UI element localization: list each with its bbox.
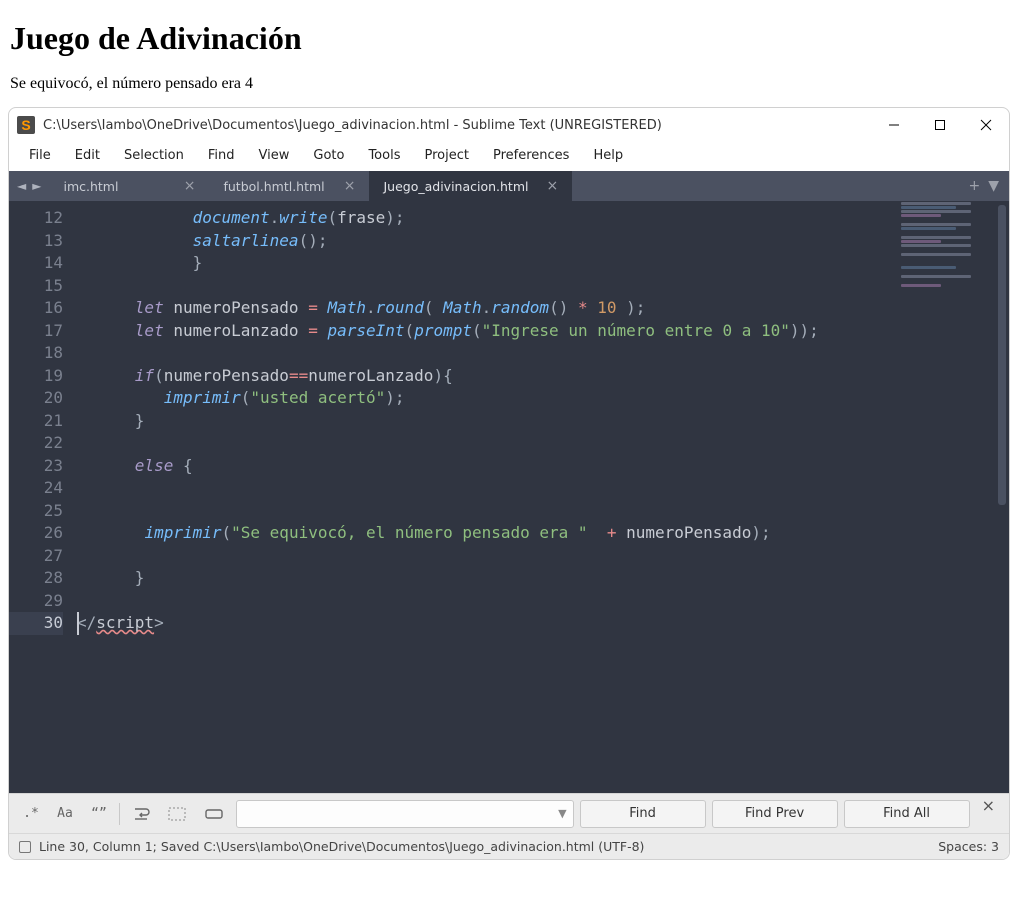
menu-file[interactable]: File xyxy=(19,146,61,165)
tab-close-icon[interactable]: × xyxy=(166,178,196,194)
code-line[interactable]: </script> xyxy=(77,612,895,635)
tab-label: futbol.hmtl.html xyxy=(223,179,324,194)
code-line[interactable]: saltarlinea(); xyxy=(77,230,895,253)
code-line[interactable]: imprimir("usted acertó"); xyxy=(77,387,895,410)
code-line[interactable] xyxy=(77,432,895,455)
line-number[interactable]: 19 xyxy=(9,365,63,388)
line-number[interactable]: 29 xyxy=(9,590,63,613)
code-line[interactable] xyxy=(77,545,895,568)
code-line[interactable]: else { xyxy=(77,455,895,478)
tab-label: Juego_adivinacion.html xyxy=(383,179,528,194)
sublime-window: S C:\Users\Iambo\OneDrive\Documentos\Jue… xyxy=(8,107,1010,860)
tab-next-icon[interactable]: ► xyxy=(32,179,41,193)
line-gutter[interactable]: 12131415161718192021222324252627282930 xyxy=(9,201,73,793)
line-number[interactable]: 23 xyxy=(9,455,63,478)
menu-goto[interactable]: Goto xyxy=(303,146,354,165)
tab-nav-arrows[interactable]: ◄ ► xyxy=(9,171,49,201)
minimize-button[interactable] xyxy=(871,108,917,142)
code-line[interactable]: } xyxy=(77,252,895,275)
line-number[interactable]: 30 xyxy=(9,612,63,635)
maximize-button[interactable] xyxy=(917,108,963,142)
line-number[interactable]: 22 xyxy=(9,432,63,455)
find-prev-button[interactable]: Find Prev xyxy=(712,800,838,828)
titlebar[interactable]: S C:\Users\Iambo\OneDrive\Documentos\Jue… xyxy=(9,108,1009,142)
tab-dropdown-icon[interactable]: ▼ xyxy=(988,178,999,194)
line-number[interactable]: 25 xyxy=(9,500,63,523)
menu-find[interactable]: Find xyxy=(198,146,245,165)
menu-project[interactable]: Project xyxy=(414,146,478,165)
divider xyxy=(119,803,120,825)
code-line[interactable] xyxy=(77,342,895,365)
code-line[interactable] xyxy=(77,477,895,500)
vertical-scrollbar[interactable] xyxy=(995,201,1009,793)
tab-label: imc.html xyxy=(63,179,118,194)
code-line[interactable]: let numeroLanzado = parseInt(prompt("Ing… xyxy=(77,320,895,343)
panel-toggle-icon[interactable] xyxy=(19,841,31,853)
editor: 12131415161718192021222324252627282930 d… xyxy=(9,201,1009,793)
line-number[interactable]: 13 xyxy=(9,230,63,253)
tab-close-icon[interactable]: × xyxy=(326,178,356,194)
case-toggle[interactable]: Aa xyxy=(51,800,79,828)
find-button[interactable]: Find xyxy=(580,800,706,828)
tab-imc-html[interactable]: imc.html × xyxy=(49,171,209,201)
code-line[interactable]: } xyxy=(77,410,895,433)
find-panel: .* Aa “” ▼ Find Find Prev Find All × xyxy=(9,793,1009,833)
close-button[interactable] xyxy=(963,108,1009,142)
code-line[interactable]: } xyxy=(77,567,895,590)
line-number[interactable]: 26 xyxy=(9,522,63,545)
find-input[interactable]: ▼ xyxy=(236,800,574,828)
wrap-toggle[interactable] xyxy=(126,800,156,828)
line-number[interactable]: 20 xyxy=(9,387,63,410)
whole-word-toggle[interactable]: “” xyxy=(85,800,113,828)
menu-selection[interactable]: Selection xyxy=(114,146,194,165)
browser-output: Juego de Adivinación Se equivocó, el núm… xyxy=(0,0,1018,93)
tab-juego_adivinacion-html[interactable]: Juego_adivinacion.html× xyxy=(369,171,572,201)
regex-toggle[interactable]: .* xyxy=(17,800,45,828)
in-selection-toggle[interactable] xyxy=(162,800,192,828)
menubar: FileEditSelectionFindViewGotoToolsProjec… xyxy=(9,142,1009,171)
close-find-icon[interactable]: × xyxy=(976,796,1001,815)
window-title: C:\Users\Iambo\OneDrive\Documentos\Juego… xyxy=(43,118,871,133)
line-number[interactable]: 12 xyxy=(9,207,63,230)
code-line[interactable] xyxy=(77,590,895,613)
line-number[interactable]: 28 xyxy=(9,567,63,590)
tab-prev-icon[interactable]: ◄ xyxy=(17,179,26,193)
new-tab-icon[interactable]: + xyxy=(968,178,980,194)
highlight-toggle[interactable] xyxy=(198,800,230,828)
menu-preferences[interactable]: Preferences xyxy=(483,146,579,165)
code-line[interactable]: let numeroPensado = Math.round( Math.ran… xyxy=(77,297,895,320)
minimap[interactable] xyxy=(895,201,995,793)
line-number[interactable]: 21 xyxy=(9,410,63,433)
menu-edit[interactable]: Edit xyxy=(65,146,110,165)
code-line[interactable] xyxy=(77,500,895,523)
status-left: Line 30, Column 1; Saved C:\Users\Iambo\… xyxy=(39,839,644,854)
code-area[interactable]: document.write(frase); saltarlinea(); } … xyxy=(73,201,895,793)
line-number[interactable]: 14 xyxy=(9,252,63,275)
app-icon: S xyxy=(17,116,35,134)
menu-view[interactable]: View xyxy=(249,146,300,165)
find-history-icon[interactable]: ▼ xyxy=(558,807,566,820)
status-indent[interactable]: Spaces: 3 xyxy=(938,839,999,854)
line-number[interactable]: 17 xyxy=(9,320,63,343)
code-line[interactable]: if(numeroPensado==numeroLanzado){ xyxy=(77,365,895,388)
tab-close-icon[interactable]: × xyxy=(528,178,558,194)
tabbar: ◄ ► imc.html×futbol.hmtl.html×Juego_adiv… xyxy=(9,171,1009,201)
find-all-button[interactable]: Find All xyxy=(844,800,970,828)
line-number[interactable]: 27 xyxy=(9,545,63,568)
tab-futbol-hmtl-html[interactable]: futbol.hmtl.html× xyxy=(209,171,369,201)
line-number[interactable]: 24 xyxy=(9,477,63,500)
code-line[interactable]: imprimir("Se equivocó, el número pensado… xyxy=(77,522,895,545)
menu-tools[interactable]: Tools xyxy=(358,146,410,165)
statusbar: Line 30, Column 1; Saved C:\Users\Iambo\… xyxy=(9,833,1009,859)
line-number[interactable]: 16 xyxy=(9,297,63,320)
line-number[interactable]: 15 xyxy=(9,275,63,298)
scrollbar-thumb[interactable] xyxy=(998,205,1006,505)
menu-help[interactable]: Help xyxy=(583,146,633,165)
result-text: Se equivocó, el número pensado era 4 xyxy=(10,75,1008,93)
code-line[interactable]: document.write(frase); xyxy=(77,207,895,230)
page-heading: Juego de Adivinación xyxy=(10,20,1008,57)
line-number[interactable]: 18 xyxy=(9,342,63,365)
code-line[interactable] xyxy=(77,275,895,298)
